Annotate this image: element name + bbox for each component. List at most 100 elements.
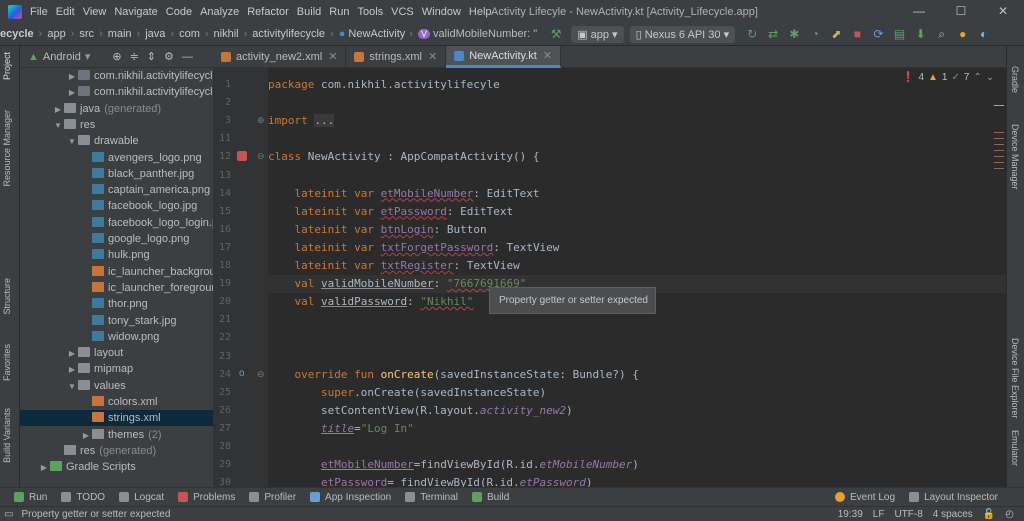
tree-item[interactable]: google_logo.png <box>20 231 213 247</box>
profile-icon[interactable]: ◔ <box>806 27 824 41</box>
editor-tab[interactable]: strings.xml ✕ <box>346 46 447 68</box>
chevron-right-icon[interactable]: ▶ <box>66 69 78 85</box>
menu-item-window[interactable]: Window <box>422 6 461 18</box>
tree-item[interactable]: ▶ Gradle Scripts <box>20 459 213 475</box>
tree-item[interactable]: strings.xml <box>20 410 213 427</box>
editor-tab[interactable]: activity_new2.xml ✕ <box>213 46 347 68</box>
tool-build-button[interactable]: Build <box>472 492 509 503</box>
tree-item[interactable]: black_panther.jpg <box>20 166 213 182</box>
tool-run-button[interactable]: Run <box>14 492 47 503</box>
tree-item[interactable]: ▶ layout <box>20 345 213 361</box>
menu-item-edit[interactable]: Edit <box>56 6 75 18</box>
breadcrumb-item[interactable]: com <box>179 28 200 40</box>
breadcrumb-item[interactable]: src <box>79 28 94 40</box>
code-line[interactable]: lateinit var txtRegister: TextView <box>268 257 520 275</box>
code-line[interactable]: class NewActivity : AppCompatActivity() … <box>268 148 540 166</box>
fold-icon[interactable]: ⊖ <box>257 151 265 162</box>
tree-item[interactable]: res (generated) <box>20 443 213 459</box>
menu-item-navigate[interactable]: Navigate <box>114 6 157 18</box>
layout-inspector-button[interactable]: Layout Inspector <box>909 492 998 503</box>
chevron-down-icon[interactable]: ▼ <box>66 379 78 395</box>
run-config-select[interactable]: ▣ app ▾ <box>571 25 624 43</box>
error-marker[interactable] <box>994 156 1004 157</box>
tool-todo-button[interactable]: TODO <box>61 492 105 503</box>
tool-app-inspection-button[interactable]: App Inspection <box>310 492 391 503</box>
chevron-right-icon[interactable]: ▶ <box>66 346 78 362</box>
code-line[interactable]: etPassword= findViewById(R.id.etPassword… <box>268 474 593 487</box>
collapse-icon[interactable]: ≑ <box>130 50 139 63</box>
breadcrumb-member[interactable]: V validMobileNumber: " <box>417 28 537 40</box>
indent-setting[interactable]: 4 spaces <box>933 509 973 520</box>
inspection-widget[interactable]: ❗ 4 ▲ 1 ✓ 7 ⌃ ⌄ <box>898 72 994 83</box>
error-marker[interactable] <box>994 150 1004 151</box>
menu-item-file[interactable]: File <box>30 6 48 18</box>
menu-item-code[interactable]: Code <box>166 6 192 18</box>
tree-item[interactable]: ▼ drawable <box>20 133 213 149</box>
debug-icon[interactable]: ✱ <box>785 27 803 41</box>
tree-item[interactable]: ▶com.nikhil.activitylifecycle(test) <box>20 84 213 100</box>
avd-manager-icon[interactable]: ▤ <box>891 27 909 41</box>
stop-icon[interactable]: ■ <box>848 27 866 41</box>
code-line[interactable]: lateinit var etPassword: EditText <box>268 203 514 221</box>
menu-item-help[interactable]: Help <box>469 6 492 18</box>
tree-item[interactable]: hulk.png <box>20 247 213 263</box>
code-line[interactable]: val validPassword: "Nikhil" <box>268 293 474 311</box>
expand-icon[interactable]: ⇕ <box>147 50 156 63</box>
error-marker[interactable] <box>994 168 1004 169</box>
fold-icon[interactable]: ⊕ <box>257 115 265 126</box>
error-stripe[interactable] <box>992 72 1006 482</box>
chevron-right-icon[interactable]: ▶ <box>80 428 92 444</box>
code-line[interactable]: lateinit var btnLogin: Button <box>268 221 487 239</box>
code-editor[interactable]: package com.nikhil.activitylifecyle impor… <box>268 68 1006 487</box>
code-line[interactable]: lateinit var txtForgetPassword: TextView <box>268 239 560 257</box>
code-line[interactable]: val validMobileNumber: "7667691669" <box>268 275 527 293</box>
tree-item[interactable]: ▶ themes (2) <box>20 427 213 443</box>
tree-item[interactable]: ▼ res <box>20 117 213 133</box>
event-log-button[interactable]: Event Log <box>835 492 895 503</box>
menu-item-view[interactable]: View <box>83 6 107 18</box>
error-marker[interactable] <box>994 144 1004 145</box>
tree-item[interactable]: thor.png <box>20 296 213 312</box>
tree-item[interactable]: facebook_logo.jpg <box>20 198 213 214</box>
breadcrumb-item[interactable]: main <box>108 28 132 40</box>
chevron-down-icon[interactable]: ▼ <box>66 134 78 150</box>
notifications-icon[interactable]: ◴ <box>1005 509 1014 520</box>
tree-item[interactable]: colors.xml <box>20 394 213 410</box>
sdk-manager-icon[interactable]: ⬇ <box>912 27 930 41</box>
favorites-tool-tab[interactable]: Favorites <box>2 344 12 381</box>
tree-item[interactable]: captain_america.png <box>20 182 213 198</box>
close-tab-icon[interactable]: ✕ <box>543 45 552 67</box>
code-line[interactable]: title="Log In" <box>268 420 414 438</box>
breadcrumb-item[interactable]: activitylifecycle <box>252 28 325 40</box>
hide-icon[interactable]: — <box>182 51 193 63</box>
breadcrumb-item[interactable]: app <box>47 28 65 40</box>
error-marker[interactable] <box>994 132 1004 133</box>
tree-item[interactable]: ▶ java (generated) <box>20 101 213 117</box>
menu-item-refactor[interactable]: Refactor <box>247 6 289 18</box>
tree-item[interactable]: ic_launcher_foreground.xml <box>20 280 213 296</box>
breadcrumb-class[interactable]: ● NewActivity <box>339 28 410 40</box>
chevron-down-icon[interactable]: ▾ <box>85 50 91 63</box>
code-line[interactable]: override fun onCreate(savedInstanceState… <box>268 366 639 384</box>
editor-tab[interactable]: NewActivity.kt ✕ <box>446 45 562 68</box>
attach-debugger-icon[interactable]: ⬈ <box>827 27 845 41</box>
breadcrumb-item[interactable]: nikhil <box>214 28 239 40</box>
menu-item-run[interactable]: Run <box>329 6 349 18</box>
chevron-right-icon[interactable]: ▶ <box>38 460 50 476</box>
breadcrumb-item[interactable]: java <box>145 28 165 40</box>
search-icon[interactable]: ⌕ <box>933 27 951 42</box>
resource-manager-tool-tab[interactable]: Resource Manager <box>2 110 12 187</box>
tree-item[interactable]: facebook_logo_login.png <box>20 215 213 231</box>
tree-item[interactable]: ic_launcher_background.xml <box>20 264 213 280</box>
device-file-explorer-tool-tab[interactable]: Device File Explorer <box>1010 338 1020 419</box>
tool-profiler-button[interactable]: Profiler <box>249 492 296 503</box>
breadcrumb-item[interactable]: ecycle <box>0 28 34 40</box>
chevron-right-icon[interactable]: ▶ <box>52 102 64 118</box>
gear-icon[interactable]: ⚙ <box>164 50 174 63</box>
code-line[interactable]: setContentView(R.layout.activity_new2) <box>268 402 573 420</box>
update-icon[interactable]: ● <box>954 27 972 41</box>
apply-changes-icon[interactable]: ↻ <box>743 27 761 41</box>
lock-icon[interactable]: 🔓 <box>983 509 995 520</box>
minimize-icon[interactable]: — <box>898 0 940 23</box>
tree-item[interactable]: avengers_logo.png <box>20 150 213 166</box>
